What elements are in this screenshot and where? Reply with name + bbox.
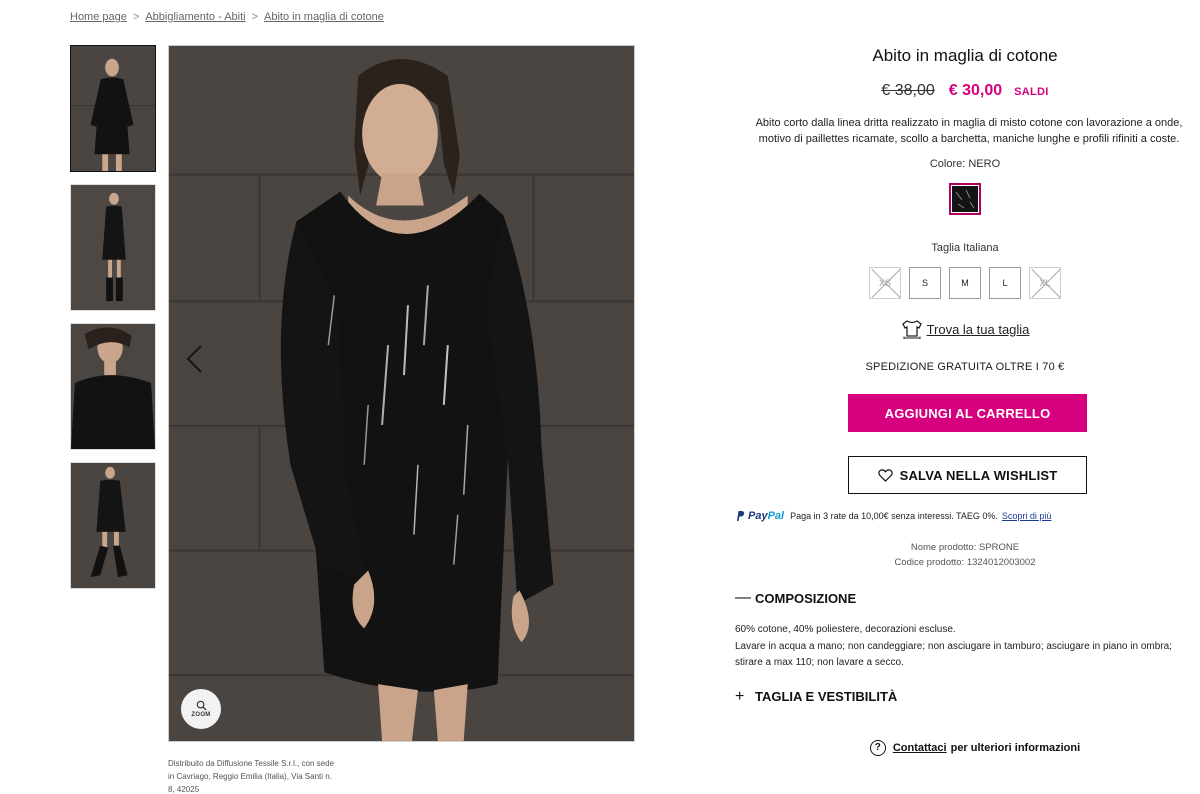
swatch-image (952, 186, 978, 212)
add-to-cart-button[interactable]: AGGIUNGI AL CARRELLO (848, 394, 1087, 432)
color-swatch-nero[interactable] (949, 183, 981, 215)
paypal-text: Paga in 3 rate da 10,00€ senza interessi… (790, 511, 998, 521)
size-option-l[interactable]: L (989, 267, 1021, 299)
main-product-image[interactable]: ZOOM (168, 45, 635, 742)
size-option-xl[interactable]: XL (1029, 267, 1061, 299)
fit-accordion-header[interactable]: + TAGLIA E VESTIBILITÀ (735, 688, 1195, 706)
collapse-icon: — (735, 589, 751, 606)
wishlist-label: SALVA NELLA WISHLIST (899, 467, 1058, 483)
knit-texture (955, 189, 975, 209)
breadcrumb-separator-icon: > (251, 11, 259, 23)
sale-price: € 30,00 (948, 82, 1003, 99)
breadcrumb-separator-icon: > (132, 11, 140, 23)
price-row: € 38,00 € 30,00 SALDI (735, 82, 1195, 100)
size-guide-link[interactable]: Trova la tua taglia (927, 322, 1030, 337)
breadcrumb-current[interactable]: Abito in maglia di cotone (264, 11, 384, 23)
color-label: Colore: NERO (929, 158, 1001, 170)
size-system-label: Taglia Italiana (931, 242, 999, 254)
contact-text: per ulteriori informazioni (950, 741, 1081, 754)
composition-accordion-header[interactable]: — COMPOSIZIONE (735, 589, 1195, 607)
chevron-left-icon (186, 345, 202, 373)
paypal-logo: Pay Pal (735, 510, 784, 522)
product-title: Abito in maglia di cotone (872, 46, 1058, 65)
paypal-icon (737, 511, 745, 521)
zoom-label: ZOOM (191, 712, 211, 718)
paypal-installments: Pay Pal Paga in 3 rate da 10,00€ senza in… (735, 510, 1200, 522)
size-option-m[interactable]: M (949, 267, 981, 299)
product-photo (169, 46, 634, 741)
composition-content: 60% cotone, 40% poliestere, decorazioni … (735, 622, 1195, 672)
composition-materials: 60% cotone, 40% poliestere, decorazioni … (735, 624, 956, 635)
old-price: € 38,00 (881, 82, 935, 99)
color-swatches (735, 183, 1195, 215)
question-icon: ? (869, 739, 886, 756)
breadcrumb-category[interactable]: Abbigliamento - Abiti (145, 11, 245, 23)
paypal-brand-pay: Pay (748, 510, 768, 522)
wishlist-button[interactable]: SALVA NELLA WISHLIST (848, 456, 1087, 494)
product-code: Codice prodotto: 1324012003002 (894, 557, 1036, 568)
fit-section-title: TAGLIA E VESTIBILITÀ (755, 689, 898, 704)
thumbnail-2[interactable] (70, 184, 156, 311)
thumbnail-4[interactable] (70, 462, 156, 589)
thumbnail-list (70, 45, 156, 601)
thumbnail-image (71, 324, 155, 449)
thumbnail-image (71, 185, 155, 310)
composition-title: COMPOSIZIONE (755, 590, 857, 606)
thumbnail-1[interactable] (70, 45, 156, 172)
product-name: Nome prodotto: SPRONE (910, 542, 1020, 553)
paypal-learn-more-link[interactable]: Scopri di più (1002, 511, 1052, 521)
contact-link[interactable]: Contattaci (893, 742, 947, 754)
breadcrumb-home[interactable]: Home page (70, 11, 127, 23)
sale-badge: SALDI (1014, 86, 1049, 98)
care-instructions: Lavare in acqua a mano; non candeggiare;… (735, 640, 1172, 669)
breadcrumb: Home page > Abbigliamento - Abiti > Abit… (70, 11, 384, 23)
size-guide: Trova la tua taglia (735, 319, 1195, 339)
tshirt-ruler-icon (901, 320, 922, 339)
size-selector: XS S M L XL (735, 267, 1195, 299)
product-description: Abito corto dalla linea dritta realizzat… (755, 117, 1183, 145)
thumbnail-image (71, 463, 155, 588)
heart-icon (877, 468, 893, 482)
distributor-note: Distribuito da Diffusione Tessile S.r.l.… (168, 759, 335, 794)
paypal-brand-pal: Pal (767, 510, 785, 522)
thumbnail-image (71, 46, 155, 171)
contact-row: ? Contattaci per ulteriori informazioni (735, 739, 1195, 756)
size-option-s[interactable]: S (909, 267, 941, 299)
expand-icon: + (735, 687, 745, 705)
product-details: Abito in maglia di cotone € 38,00 € 30,0… (735, 45, 1195, 756)
product-info: Nome prodotto: SPRONE Codice prodotto: 1… (735, 540, 1195, 570)
previous-image-button[interactable] (179, 342, 209, 376)
size-option-xs[interactable]: XS (869, 267, 901, 299)
shipping-note: SPEDIZIONE GRATUITA OLTRE I 70 € (865, 361, 1065, 373)
search-icon (196, 700, 207, 711)
zoom-button[interactable]: ZOOM (181, 689, 221, 729)
thumbnail-3[interactable] (70, 323, 156, 450)
